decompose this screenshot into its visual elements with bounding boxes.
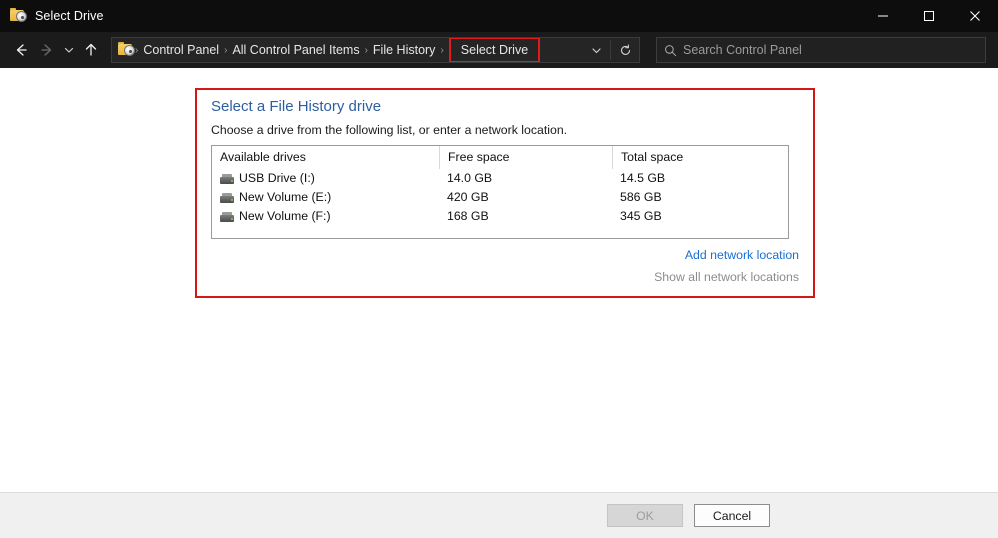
table-row[interactable]: New Volume (E:) 420 GB 586 GB [212, 188, 788, 207]
refresh-icon[interactable] [611, 38, 639, 62]
navigation-bar: › Control Panel › All Control Panel Item… [0, 32, 998, 68]
breadcrumb-separator: › [223, 45, 228, 56]
select-drive-panel: Select a File History drive Choose a dri… [195, 88, 815, 298]
total-space-cell: 345 GB [612, 207, 788, 226]
drive-name-cell: New Volume (E:) [212, 188, 439, 207]
search-icon [657, 38, 683, 62]
page-title: Select a File History drive [211, 98, 381, 115]
breadcrumb-item-select-drive-label: Select Drive [461, 43, 528, 57]
file-history-icon [10, 8, 26, 24]
back-arrow-icon[interactable] [8, 37, 34, 63]
drive-label: New Volume (E:) [239, 188, 331, 207]
ok-button[interactable]: OK [607, 504, 683, 527]
window-title: Select Drive [35, 9, 104, 23]
available-drives-table[interactable]: Available drives Free space Total space … [211, 145, 789, 239]
maximize-icon[interactable] [906, 0, 952, 32]
drive-name-cell: USB Drive (I:) [212, 169, 439, 188]
free-space-cell: 420 GB [439, 188, 612, 207]
breadcrumb-separator: › [364, 45, 369, 56]
table-row[interactable]: New Volume (F:) 168 GB 345 GB [212, 207, 788, 226]
column-header-free-space[interactable]: Free space [439, 146, 612, 169]
forward-arrow-icon[interactable] [34, 37, 60, 63]
dialog-footer: OK Cancel [0, 492, 998, 538]
drive-label: New Volume (F:) [239, 207, 331, 226]
address-history-chevron-down-icon[interactable] [582, 38, 610, 62]
address-bar-actions [582, 37, 639, 63]
address-bar[interactable]: › Control Panel › All Control Panel Item… [111, 37, 640, 63]
column-header-total-space[interactable]: Total space [612, 146, 788, 169]
minimize-icon[interactable] [860, 0, 906, 32]
breadcrumb-separator: › [439, 45, 444, 56]
table-row[interactable]: USB Drive (I:) 14.0 GB 14.5 GB [212, 169, 788, 188]
up-arrow-icon[interactable] [78, 37, 104, 63]
breadcrumb-item-control-panel[interactable]: Control Panel [139, 43, 223, 57]
drive-name-cell: New Volume (F:) [212, 207, 439, 226]
recent-locations-chevron-down-icon[interactable] [60, 37, 78, 63]
dialog-body: Select a File History drive Choose a dri… [0, 68, 998, 492]
search-input[interactable]: Search Control Panel [656, 37, 986, 63]
cancel-button[interactable]: Cancel [694, 504, 770, 527]
drive-icon [220, 212, 234, 222]
total-space-cell: 14.5 GB [612, 169, 788, 188]
close-icon[interactable] [952, 0, 998, 32]
search-placeholder: Search Control Panel [683, 43, 802, 57]
breadcrumb-item-select-drive[interactable]: Select Drive [449, 37, 540, 63]
breadcrumb-item-all-control-panel-items[interactable]: All Control Panel Items [228, 43, 363, 57]
total-space-cell: 586 GB [612, 188, 788, 207]
page-subtitle: Choose a drive from the following list, … [211, 123, 567, 137]
breadcrumb-separator: › [134, 45, 139, 56]
free-space-cell: 14.0 GB [439, 169, 612, 188]
drive-icon [220, 174, 234, 184]
breadcrumb-item-file-history[interactable]: File History [369, 43, 440, 57]
drive-label: USB Drive (I:) [239, 169, 315, 188]
show-all-network-locations-link[interactable]: Show all network locations [654, 270, 799, 284]
breadcrumb-file-history-icon [118, 42, 134, 58]
title-bar: Select Drive [0, 0, 998, 32]
table-header-row: Available drives Free space Total space [212, 146, 788, 169]
add-network-location-link[interactable]: Add network location [685, 248, 799, 262]
free-space-cell: 168 GB [439, 207, 612, 226]
drive-icon [220, 193, 234, 203]
column-header-available-drives[interactable]: Available drives [212, 146, 439, 169]
